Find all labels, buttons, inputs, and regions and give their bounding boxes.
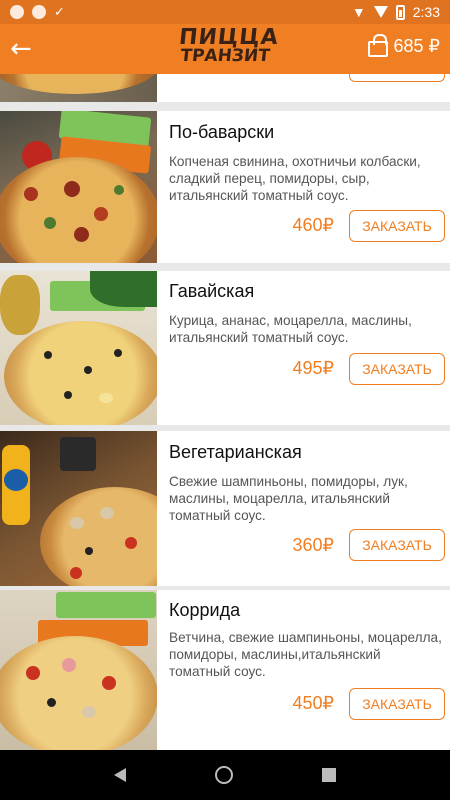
- system-nav-bar: [0, 750, 450, 800]
- app-bar: ← ПИЦЦА ТРАНЗИТ 685 ₽: [0, 24, 450, 74]
- logo-line2: ТРАНЗИТ: [179, 46, 271, 66]
- order-button[interactable]: ЗАКАЗАТЬ: [349, 210, 445, 242]
- check-icon: ✓: [54, 4, 65, 20]
- pizza-photo: [0, 431, 157, 586]
- nav-recents-icon[interactable]: [321, 768, 336, 782]
- battery-icon: [395, 4, 405, 20]
- pizza-name: Вегетарианская: [169, 442, 302, 462]
- list-item: По-баварски Копченая свинина, охотничьи …: [0, 111, 450, 263]
- pizza-name: По-баварски: [169, 122, 275, 142]
- list-item: Коррида Ветчина, свежие шампиньоны, моца…: [0, 590, 450, 750]
- pizza-photo: [0, 74, 157, 102]
- pizza-photo: [0, 271, 157, 425]
- pizza-description: Ветчина, свежие шампиньоны, моцарелла, п…: [169, 630, 442, 679]
- logo-line1: ПИЦЦА: [177, 25, 280, 50]
- pizza-description: Свежие шампиньоны, помидоры, лук, маслин…: [169, 474, 408, 523]
- nav-back-icon[interactable]: [114, 768, 127, 782]
- order-button[interactable]: ЗАКАЗАТЬ: [349, 353, 445, 385]
- cart-total: 685 ₽: [393, 36, 441, 56]
- pizza-name: Гавайская: [169, 281, 255, 301]
- pizza-name: Коррида: [169, 600, 241, 620]
- system-icons: ▼ 2:33: [352, 4, 440, 20]
- pizza-description: Копченая свинина, охотничьи колбаски, сл…: [169, 154, 421, 203]
- pizza-photo: [0, 111, 157, 263]
- pizza-price: 495₽: [292, 358, 334, 378]
- cart-button[interactable]: 685 ₽: [367, 33, 441, 57]
- shopping-bag-icon: [367, 33, 388, 57]
- list-item: Вегетарианская Свежие шампиньоны, помидо…: [0, 431, 450, 586]
- status-bar: ✓ ▼ 2:33: [0, 0, 450, 24]
- pizza-price: 460₽: [292, 215, 334, 235]
- app-logo: ПИЦЦА ТРАНЗИТ: [176, 25, 280, 66]
- clock: 2:33: [412, 4, 440, 20]
- notification-icon: [10, 5, 24, 19]
- order-button[interactable]: [349, 74, 445, 82]
- pizza-description: Курица, ананас, моцарелла, маслины, итал…: [169, 313, 412, 345]
- order-button[interactable]: ЗАКАЗАТЬ: [349, 688, 445, 720]
- wifi-icon: ▼: [351, 4, 366, 20]
- pizza-photo: [0, 590, 157, 750]
- pizza-list[interactable]: По-баварски Копченая свинина, охотничьи …: [0, 74, 450, 750]
- nav-home-icon[interactable]: [214, 766, 233, 784]
- pizza-price: 450₽: [292, 693, 334, 713]
- notification-icons: ✓: [10, 5, 65, 20]
- list-item: [0, 74, 450, 102]
- list-item: Гавайская Курица, ананас, моцарелла, мас…: [0, 271, 450, 425]
- order-button[interactable]: ЗАКАЗАТЬ: [349, 529, 445, 561]
- pizza-price: 360₽: [292, 535, 334, 555]
- back-arrow-icon[interactable]: ←: [10, 34, 46, 64]
- notification-icon: [32, 5, 46, 19]
- signal-icon: [373, 6, 388, 18]
